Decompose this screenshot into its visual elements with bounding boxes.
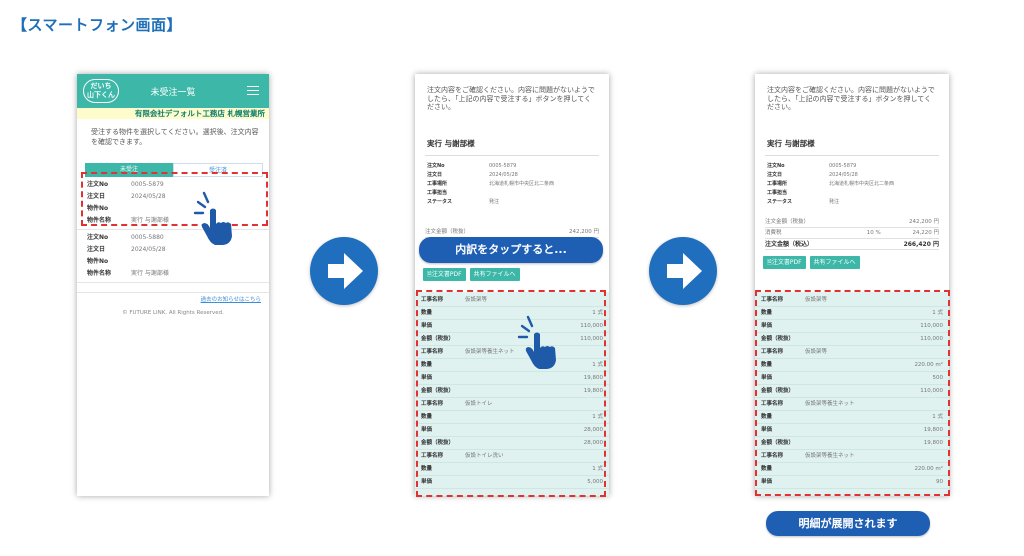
detail-row: 工事担当 [427,189,609,198]
tap-hand-icon [193,191,232,245]
highlight-items-frame [416,290,606,497]
copyright: © FUTURE LINK. All Rights Reserved. [122,310,224,316]
detail-row: ステータス 発注 [767,198,949,207]
tap-hint-callout: 内訳をタップすると... [419,237,603,263]
total-rate [835,217,909,227]
detail-value: 北海道札幌市中央区北二条西 [829,181,895,187]
app-title: 未受注一覧 [150,88,196,98]
total-row: 消費税 10 % 24,220 円 [765,228,939,239]
total-label: 注文金額（税込） [765,241,814,248]
detail-value: 発注 [489,199,500,205]
total-rate [835,239,904,249]
expanded-callout: 明細が展開されます [766,511,930,536]
property-title: 実行 与謝部様 [765,132,939,156]
total-row: 注文金額（税抜） 242,200 円 [765,217,939,228]
tap-hand-icon [517,315,556,369]
app-header: だいち 山下くん 未受注一覧 [77,74,269,108]
detail-row: 工事場所 北海道札幌市中央区北二条西 [427,180,609,189]
subtotal-label: 注文金額（税抜） [425,229,470,235]
total-value: 24,220 円 [912,230,940,236]
detail-value: 0005-5879 [489,163,517,169]
past-notices-link[interactable]: 過去のお知らせはこちら [77,292,269,306]
detail-row: 注文No 0005-5879 [427,162,609,171]
detail-label: 工事担当 [427,190,448,196]
order-field-label: 物件No [87,258,109,265]
action-buttons: 🗎注文書PDF 共有ファイルへ [415,268,609,281]
total-value: 266,420 円 [903,241,939,248]
totals: 注文金額（税抜） 242,200 円消費税 10 % 24,220 円注文金額（税込）… [755,217,949,250]
next-step-arrow-icon [310,237,378,305]
subtotal-value: 242,200 円 [569,229,599,235]
highlight-items-frame [755,290,950,496]
page-heading: 【スマートフォン画面】 [12,16,183,34]
order-row: 物件No [87,256,263,268]
detail-label: 注文No [767,163,785,169]
next-step-arrow-icon [649,237,717,305]
order-pdf-button[interactable]: 🗎注文書PDF [423,268,466,281]
detail-label: ステータス [427,199,453,205]
shared-files-button[interactable]: 共有ファイルへ [809,256,860,269]
detail-row: 工事担当 [767,189,949,198]
order-row: 物件名称 実行 与謝部様 [87,268,263,280]
total-value: 242,200 円 [909,219,939,225]
detail-label: ステータス [767,199,793,205]
detail-row: ステータス 発注 [427,198,609,207]
total-rate: 10 % [866,230,881,236]
detail-value: 2024/05/28 [829,172,858,178]
detail-value: 北海道札幌市中央区北二条西 [489,181,555,187]
order-field-value: 実行 与謝部様 [131,270,169,277]
order-field-value: 2024/05/28 [131,246,166,253]
confirm-instruction: 注文内容をご確認ください。内容に問題がないようでしたら、「上記の内容で受注する」… [427,86,595,111]
total-label: 注文金額（税抜） [765,219,810,225]
company-name: 有限会社デフォルト工務店 札幌営業所 [77,108,269,119]
detail-value: 発注 [829,199,840,205]
detail-label: 工事担当 [767,190,788,196]
detail-value: 0005-5879 [829,163,857,169]
detail-label: 注文日 [427,172,443,178]
order-field-label: 注文No [87,234,109,241]
total-label: 消費税 [765,230,782,236]
detail-label: 注文No [427,163,445,169]
detail-value: 2024/05/28 [489,172,518,178]
order-pdf-button[interactable]: 🗎注文書PDF [763,256,806,269]
detail-label: 工事場所 [767,181,788,187]
property-title: 実行 与謝部様 [425,132,599,156]
detail-row: 注文日 2024/05/28 [427,171,609,180]
order-field-value: 0005-5880 [131,234,164,241]
order-field-label: 注文日 [87,246,106,253]
confirm-instruction: 注文内容をご確認ください。内容に問題がないようでしたら、「上記の内容で受注する」… [767,86,935,111]
intro-text: 受注する物件を選択してください。選択後、注文内容を確認できます。 [91,128,259,146]
detail-label: 工事場所 [427,181,448,187]
order-details: 注文No 0005-5879 注文日 2024/05/28 工事場所 北海道札幌市中央区北… [755,156,949,207]
shared-files-button[interactable]: 共有ファイルへ [469,268,520,281]
menu-icon[interactable] [247,86,259,95]
phone-screen-list: だいち 山下くん 未受注一覧 有限会社デフォルト工務店 札幌営業所 受注する物件を… [77,74,269,496]
detail-row: 工事場所 北海道札幌市中央区北二条西 [767,180,949,189]
order-details: 注文No 0005-5879 注文日 2024/05/28 工事場所 北海道札幌市中央区北… [415,156,609,207]
total-row: 注文金額（税込） 266,420 円 [765,239,939,250]
order-field-label: 物件名称 [87,270,112,277]
detail-row: 注文日 2024/05/28 [767,171,949,180]
detail-row: 注文No 0005-5879 [767,162,949,171]
action-buttons: 🗎注文書PDF 共有ファイルへ [755,256,949,269]
detail-label: 注文日 [767,172,783,178]
footer-background [77,306,269,496]
